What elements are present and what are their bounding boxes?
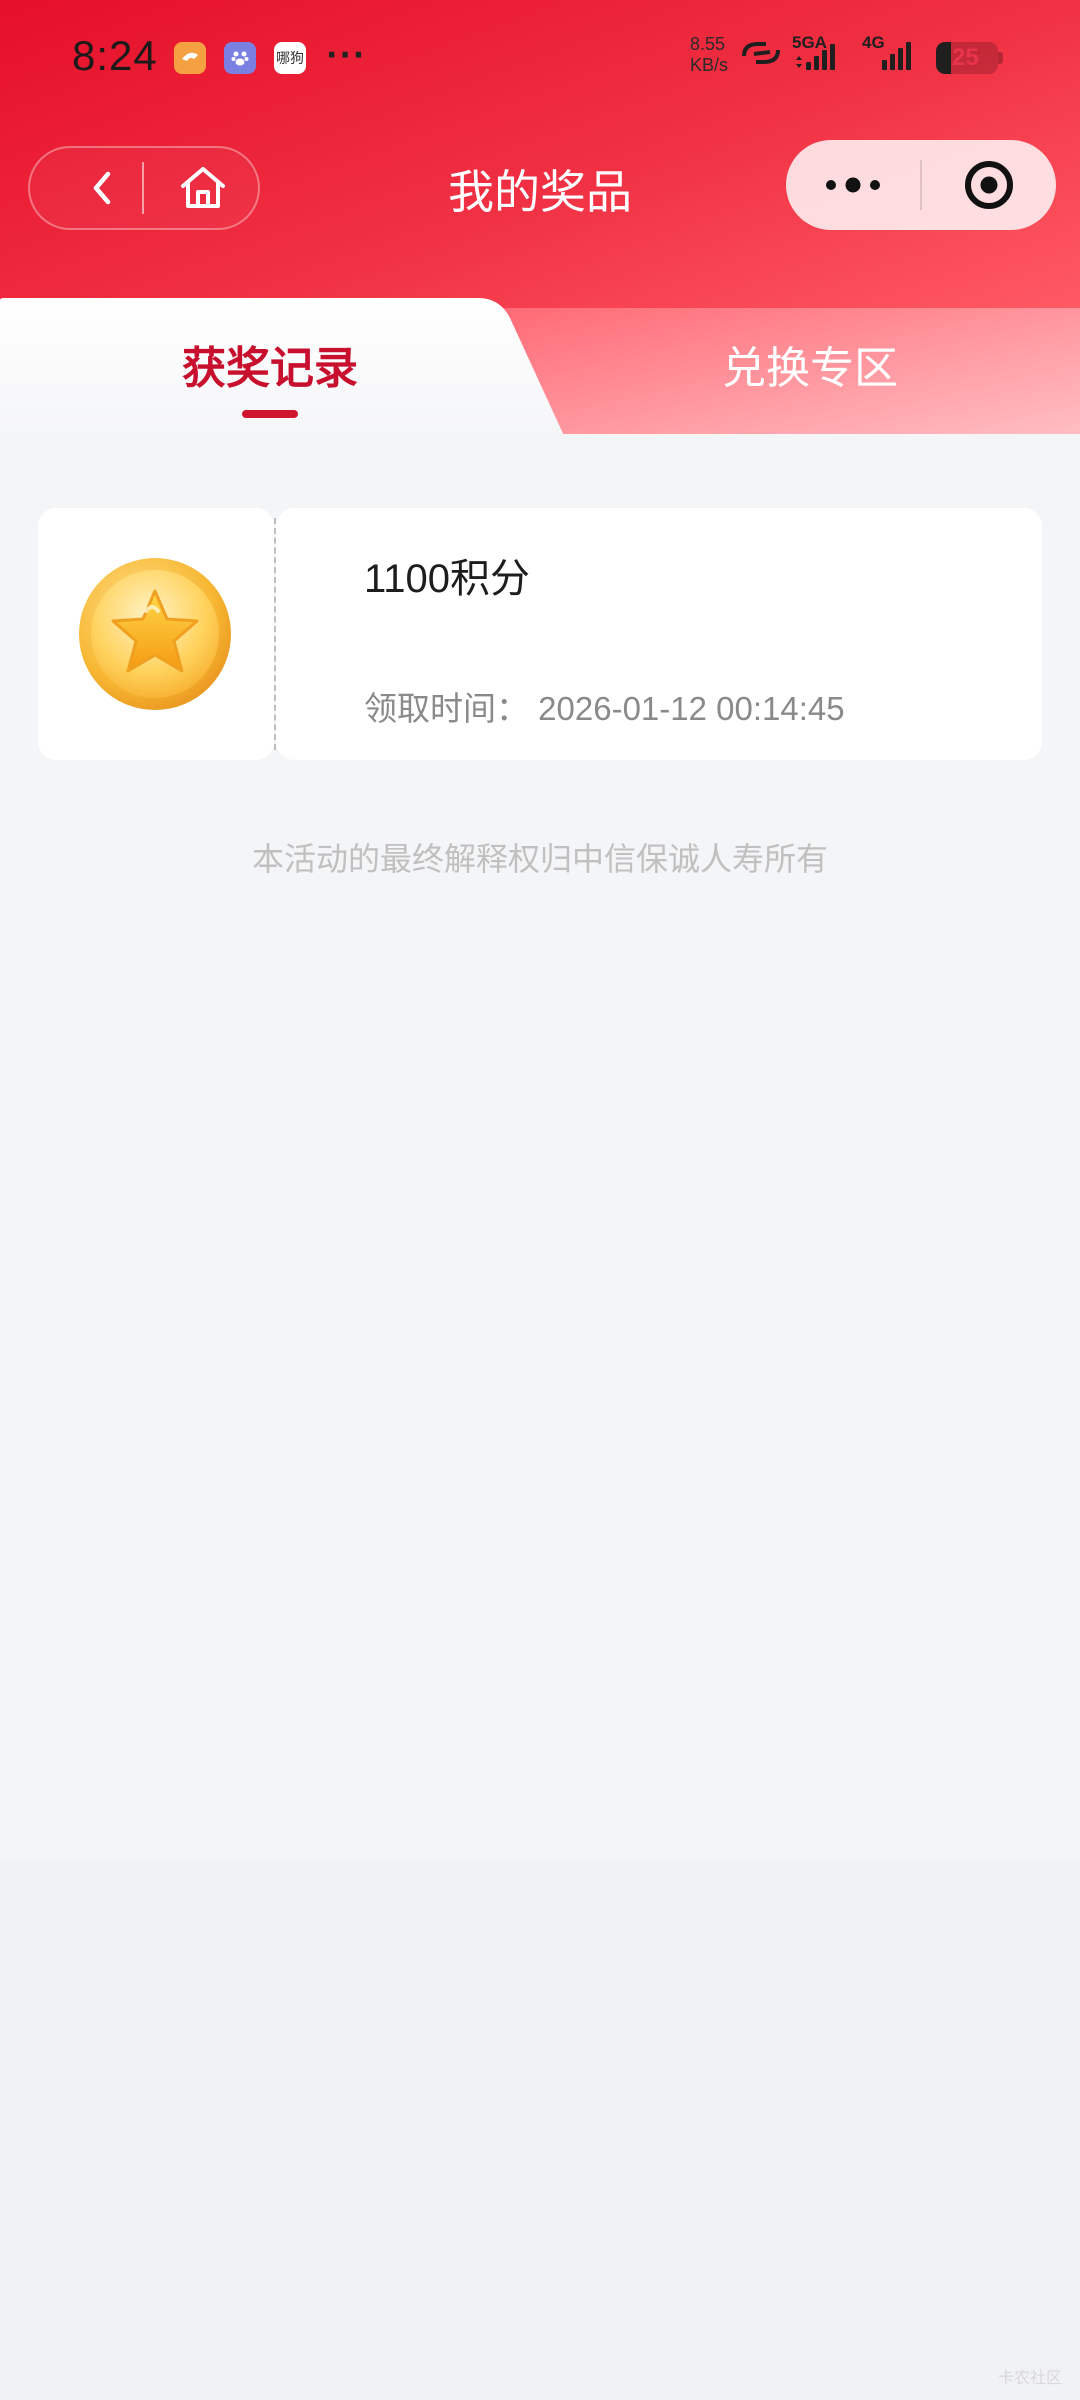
disclaimer-text: 本活动的最终解释权归中信保诚人寿所有 xyxy=(251,840,828,878)
tabs: 获奖记录 兑换专区 xyxy=(0,296,1080,440)
more-notifications-icon: ··· xyxy=(326,38,367,73)
net-speed-value: 8.55 xyxy=(690,34,726,54)
miniprogram-capsule xyxy=(786,140,1056,230)
claim-time-label: 领取时间： xyxy=(364,690,529,727)
battery-fill xyxy=(936,42,951,74)
signal-5ga-label: 5GA xyxy=(792,33,827,52)
prize-icon-panel xyxy=(38,508,274,760)
net-speed-unit: KB/s xyxy=(690,55,729,75)
target-close-icon xyxy=(965,161,1013,209)
battery-icon: 25 xyxy=(936,42,998,74)
ellipsis-icon xyxy=(826,177,880,193)
tab-exchange-zone[interactable]: 兑换专区 xyxy=(630,332,990,412)
more-options-button[interactable] xyxy=(786,140,920,230)
status-bar: 8:24 哪狗 ··· 8.55 KB/s 5GA 4G 25 xyxy=(0,0,1080,118)
prize-card[interactable]: 1100积分 领取时间： 2026-01-12 00:14:45 xyxy=(38,508,1042,760)
prize-name: 1100积分 xyxy=(364,557,531,601)
close-miniprogram-button[interactable] xyxy=(922,140,1056,230)
signal-bars-2-icon xyxy=(882,42,911,70)
link-icon xyxy=(742,42,780,64)
battery-level: 25 xyxy=(952,44,979,71)
prize-info-panel: 1100积分 领取时间： 2026-01-12 00:14:45 xyxy=(276,508,1042,760)
battery-nub xyxy=(998,52,1003,64)
star-coin-icon xyxy=(79,558,231,710)
notification-app-icon xyxy=(174,42,206,74)
bottom-area xyxy=(0,1860,1080,2400)
signal-4g-label: 4G xyxy=(862,33,885,52)
claim-time-value: 2026-01-12 00:14:45 xyxy=(538,690,845,727)
baidu-paw-icon xyxy=(224,42,256,74)
active-tab-indicator xyxy=(242,410,298,418)
net-speed: 8.55 KB/s xyxy=(690,34,728,76)
app-notification-icon: 哪狗 xyxy=(274,42,306,74)
status-time: 8:24 xyxy=(72,32,158,79)
signal-icons: 5GA 4G xyxy=(742,33,911,70)
prize-claim-time: 领取时间： 2026-01-12 00:14:45 xyxy=(364,682,845,730)
header: 8:24 哪狗 ··· 8.55 KB/s 5GA 4G 25 我的奖品 xyxy=(0,0,1080,310)
watermark: 卡农社区 xyxy=(997,2368,1062,2387)
tab-prize-records[interactable]: 获奖记录 xyxy=(90,332,450,412)
